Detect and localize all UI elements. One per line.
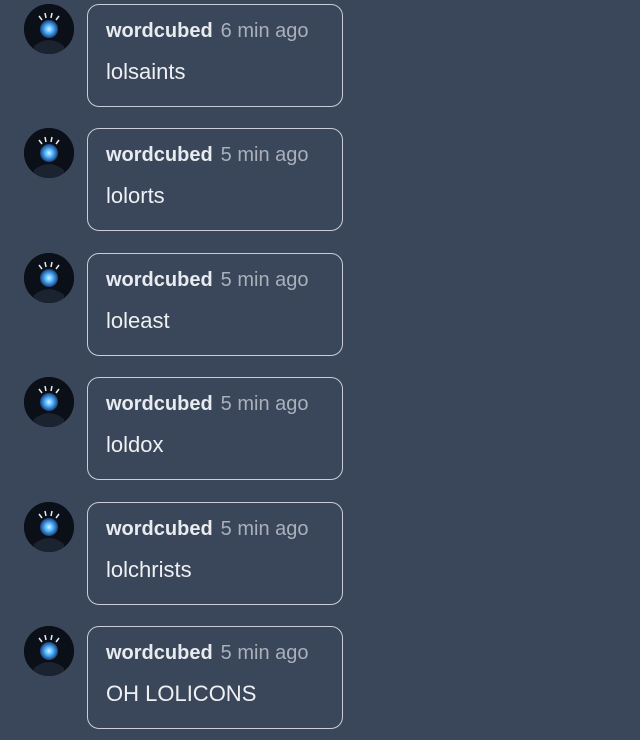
username-link[interactable]: wordcubed xyxy=(106,642,213,664)
username-link[interactable]: wordcubed xyxy=(106,518,213,540)
comment-item: wordcubed 5 min ago OH LOLICONS xyxy=(0,626,640,732)
comment-text: loldox xyxy=(106,432,164,457)
comment-feed: wordcubed 6 min ago lolsaints wordcubed 5 … xyxy=(0,0,640,740)
comment-bubble: wordcubed 5 min ago lolorts xyxy=(87,128,343,231)
comment-bubble: wordcubed 5 min ago lolchrists xyxy=(87,502,343,605)
comment-bubble: wordcubed 5 min ago loleast xyxy=(87,253,343,356)
comment-item: wordcubed 5 min ago loldox xyxy=(0,377,640,483)
timestamp: 5 min ago xyxy=(220,518,309,540)
glowing-orb-avatar-icon xyxy=(24,253,74,303)
avatar[interactable] xyxy=(24,128,74,178)
comment-bubble: wordcubed 6 min ago lolsaints xyxy=(87,4,343,107)
username-link[interactable]: wordcubed xyxy=(106,393,213,415)
glowing-orb-avatar-icon xyxy=(24,377,74,427)
timestamp: 6 min ago xyxy=(220,20,309,42)
glowing-orb-avatar-icon xyxy=(24,502,74,552)
comment-meta: wordcubed 5 min ago xyxy=(106,267,309,293)
avatar[interactable] xyxy=(24,502,74,552)
comment-text: lolorts xyxy=(106,183,165,208)
timestamp: 5 min ago xyxy=(220,144,309,166)
username-link[interactable]: wordcubed xyxy=(106,144,213,166)
timestamp: 5 min ago xyxy=(220,393,309,415)
username-link[interactable]: wordcubed xyxy=(106,269,213,291)
comment-meta: wordcubed 5 min ago xyxy=(106,640,309,666)
comment-text: loleast xyxy=(106,308,170,333)
glowing-orb-avatar-icon xyxy=(24,626,74,676)
avatar[interactable] xyxy=(24,377,74,427)
comment-text: OH LOLICONS xyxy=(106,681,257,706)
username-link[interactable]: wordcubed xyxy=(106,20,213,42)
comment-text: lolchrists xyxy=(106,557,192,582)
glowing-orb-avatar-icon xyxy=(24,4,74,54)
timestamp: 5 min ago xyxy=(220,269,309,291)
avatar[interactable] xyxy=(24,4,74,54)
comment-item: wordcubed 5 min ago loleast xyxy=(0,253,640,359)
glowing-orb-avatar-icon xyxy=(24,128,74,178)
comment-item: wordcubed 5 min ago lolorts xyxy=(0,128,640,234)
comment-meta: wordcubed 5 min ago xyxy=(106,142,309,168)
comment-meta: wordcubed 5 min ago xyxy=(106,391,309,417)
comment-text: lolsaints xyxy=(106,59,186,84)
timestamp: 5 min ago xyxy=(220,642,309,664)
comment-bubble: wordcubed 5 min ago loldox xyxy=(87,377,343,480)
comment-meta: wordcubed 6 min ago xyxy=(106,18,309,44)
comment-meta: wordcubed 5 min ago xyxy=(106,516,309,542)
avatar[interactable] xyxy=(24,626,74,676)
comment-item: wordcubed 5 min ago lolchrists xyxy=(0,502,640,608)
comment-item: wordcubed 6 min ago lolsaints xyxy=(0,4,640,110)
avatar[interactable] xyxy=(24,253,74,303)
comment-bubble: wordcubed 5 min ago OH LOLICONS xyxy=(87,626,343,729)
